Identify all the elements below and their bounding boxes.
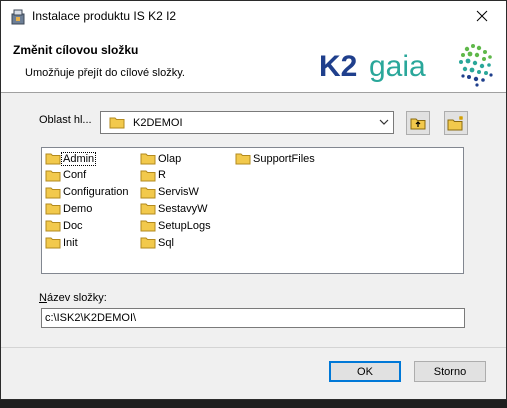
folder-label: Configuration xyxy=(63,186,129,199)
location-value: K2DEMOI xyxy=(133,116,183,129)
installer-icon xyxy=(11,9,25,25)
list-item[interactable]: Admin xyxy=(45,151,97,166)
footer-divider xyxy=(1,347,506,348)
folder-list[interactable]: Admin Conf Configuration Demo Doc Init Olap R Se… xyxy=(41,147,464,274)
chevron-down-icon xyxy=(379,119,389,125)
folder-label: Admin xyxy=(60,151,97,166)
title-bar: Instalace produktu IS K2 I2 xyxy=(1,1,506,31)
new-folder-icon xyxy=(447,116,463,131)
list-item[interactable]: Doc xyxy=(45,218,84,233)
folder-icon xyxy=(45,237,61,249)
folder-name-label: Název složky: xyxy=(39,292,107,304)
folder-icon xyxy=(45,187,61,199)
list-item[interactable]: SetupLogs xyxy=(140,218,212,233)
folder-label: SestavyW xyxy=(158,202,208,215)
list-item[interactable]: Conf xyxy=(45,168,87,183)
folder-name-label-rest: ázev složky: xyxy=(46,292,107,304)
new-folder-button[interactable] xyxy=(444,111,468,135)
folder-icon xyxy=(140,187,156,199)
folder-icon xyxy=(45,203,61,215)
cancel-button[interactable]: Storno xyxy=(414,361,486,382)
close-icon xyxy=(476,10,488,22)
folder-icon xyxy=(109,117,125,129)
list-item[interactable]: Demo xyxy=(45,201,93,216)
folder-label: Init xyxy=(63,236,78,249)
folder-label: Olap xyxy=(158,152,182,165)
folder-icon xyxy=(140,170,156,182)
close-button[interactable] xyxy=(459,1,505,31)
list-item[interactable]: ServisW xyxy=(140,185,200,200)
folder-icon xyxy=(45,170,61,182)
header-banner: Změnit cílovou složku Umožňuje přejít do… xyxy=(1,31,506,93)
list-item[interactable]: Olap xyxy=(140,151,182,166)
folder-icon xyxy=(45,153,61,165)
folder-label: Conf xyxy=(63,169,87,182)
page-subtitle: Umožňuje přejít do cílové složky. xyxy=(25,67,185,79)
folder-label: Doc xyxy=(63,219,83,232)
folder-label: Sql xyxy=(158,236,174,249)
folder-icon xyxy=(45,220,61,232)
list-item[interactable]: Sql xyxy=(140,235,175,250)
list-item[interactable]: SupportFiles xyxy=(235,151,316,166)
folder-label: R xyxy=(158,169,166,182)
list-item[interactable]: SestavyW xyxy=(140,201,209,216)
folder-icon xyxy=(235,153,251,165)
location-label: Oblast hl... xyxy=(39,114,92,126)
svg-text:K2: K2 xyxy=(319,50,357,83)
folder-label: ServisW xyxy=(158,186,199,199)
folder-label: SetupLogs xyxy=(158,219,211,232)
folder-icon xyxy=(140,237,156,249)
folder-icon xyxy=(140,220,156,232)
folder-icon xyxy=(140,153,156,165)
folder-up-button[interactable] xyxy=(406,111,430,135)
k2-gaia-logo: K2 gaia xyxy=(319,44,493,87)
folder-label: SupportFiles xyxy=(253,152,315,165)
installer-window: Instalace produktu IS K2 I2 Změnit cílov… xyxy=(0,0,507,400)
svg-text:gaia: gaia xyxy=(369,50,426,83)
list-item[interactable]: Configuration xyxy=(45,185,129,200)
list-item[interactable]: R xyxy=(140,168,167,183)
window-title: Instalace produktu IS K2 I2 xyxy=(32,9,177,23)
list-item[interactable]: Init xyxy=(45,235,79,250)
location-dropdown[interactable]: K2DEMOI xyxy=(100,111,394,134)
ok-button[interactable]: OK xyxy=(329,361,401,382)
folder-icon xyxy=(140,203,156,215)
folder-name-field[interactable]: c:\ISK2\K2DEMOI\ xyxy=(41,308,465,328)
folder-label: Demo xyxy=(63,202,93,215)
page-title: Změnit cílovou složku xyxy=(13,43,139,57)
folder-up-icon xyxy=(410,118,426,130)
